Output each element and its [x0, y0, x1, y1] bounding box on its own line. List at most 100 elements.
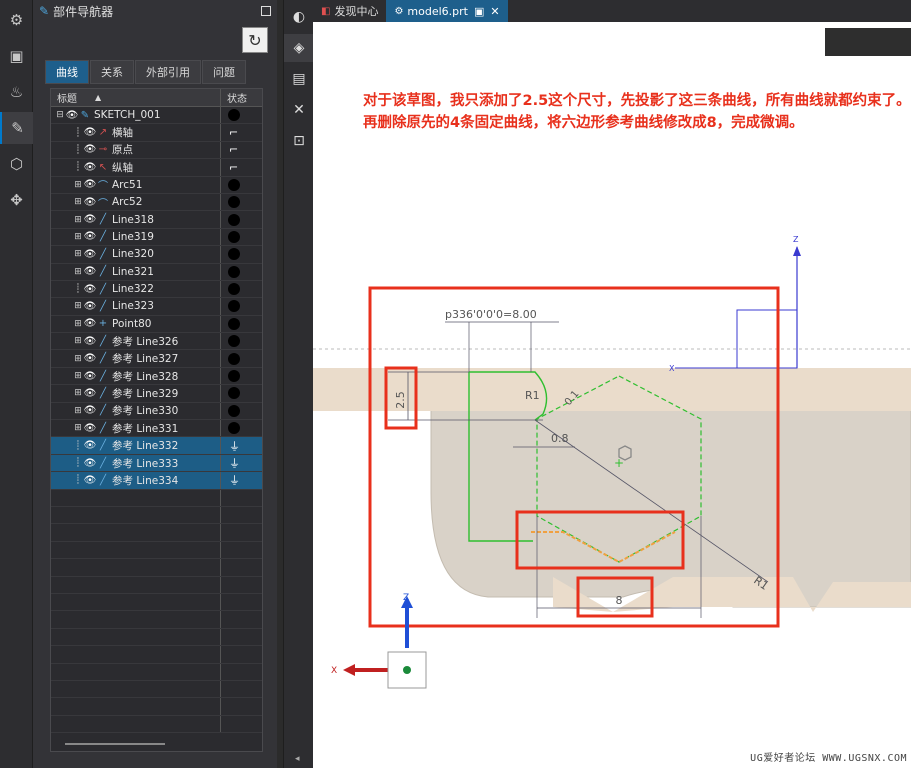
- tree-row[interactable]: ┊ 👁 ╱ Line322: [51, 280, 262, 299]
- visibility-eye-icon[interactable]: 👁: [83, 266, 97, 277]
- status-cell: ⏚: [221, 472, 262, 488]
- hd3d-tools-icon[interactable]: ✥: [0, 184, 33, 216]
- tree-row[interactable]: ┊ 👁 ⊸ 原点 ⌐: [51, 141, 262, 160]
- history-icon[interactable]: ◈: [284, 34, 314, 62]
- visibility-eye-icon[interactable]: 👁: [83, 284, 97, 295]
- fully-constrained-icon: [228, 109, 240, 122]
- tree-row[interactable]: ┊ 👁 ╱ 参考 Line332 ⏚: [51, 437, 262, 455]
- visibility-eye-icon[interactable]: 👁: [83, 371, 97, 382]
- view-cube-icon[interactable]: [825, 28, 911, 56]
- visibility-eye-icon[interactable]: 👁: [65, 110, 79, 121]
- graphics-window[interactable]: Z X + p336'0'0'0=8.00 2.5 R1 0.1 0.8 R1 …: [313, 22, 911, 768]
- expand-toggle-icon[interactable]: ⊞: [73, 336, 83, 346]
- expand-toggle-icon[interactable]: ⊞: [73, 388, 83, 398]
- visibility-eye-icon[interactable]: 👁: [83, 179, 97, 190]
- tree-row[interactable]: ⊞ 👁 ╱ Line319: [51, 228, 262, 247]
- tree-row[interactable]: ⊞ 👁 ╱ 参考 Line331: [51, 420, 262, 438]
- tree-header: 标题 ▲ 状态: [51, 89, 262, 107]
- visibility-eye-icon[interactable]: 👁: [83, 214, 97, 225]
- empty-tree-row: [51, 663, 262, 681]
- empty-tree-row: [51, 715, 262, 734]
- visibility-eye-icon[interactable]: 👁: [83, 301, 97, 312]
- tree-row[interactable]: ⊞ 👁 ╱ Line323: [51, 298, 262, 316]
- visibility-eye-icon[interactable]: 👁: [83, 231, 97, 242]
- tree-row[interactable]: ⊞ 👁 ╱ Line321: [51, 263, 262, 281]
- maximize-icon[interactable]: [261, 6, 271, 16]
- refresh-button[interactable]: ↻: [242, 27, 268, 53]
- empty-tree-row: [51, 646, 262, 664]
- settings-icon[interactable]: ⚙: [0, 4, 33, 36]
- expand-toggle-icon[interactable]: ⊞: [73, 406, 83, 416]
- tree-row[interactable]: ┊ 👁 ↗ 横轴 ⌐: [51, 124, 262, 142]
- tree-row[interactable]: ┊ 👁 ╱ 参考 Line333 ⏚: [51, 454, 262, 473]
- empty-tree-row: [51, 489, 262, 507]
- reuse-library-icon[interactable]: ⬡: [0, 148, 33, 180]
- tree-row-label: 原点: [112, 144, 133, 157]
- expand-toggle-icon[interactable]: ⊞: [73, 249, 83, 259]
- status-cell: [221, 211, 262, 227]
- visibility-eye-icon[interactable]: 👁: [83, 475, 97, 486]
- visibility-eye-icon[interactable]: 👁: [83, 162, 97, 173]
- visibility-eye-icon[interactable]: 👁: [83, 405, 97, 416]
- expand-arrow-icon[interactable]: ◂: [295, 754, 300, 764]
- tab-curves[interactable]: 曲线: [45, 60, 89, 84]
- visibility-eye-icon[interactable]: 👁: [83, 127, 97, 138]
- tree-row[interactable]: ┊ 👁 ╱ 参考 Line334 ⏚: [51, 472, 262, 490]
- tree-row[interactable]: ⊞ 👁 ⌒ Arc52: [51, 193, 262, 212]
- visibility-eye-icon[interactable]: 👁: [83, 318, 97, 329]
- tree-row[interactable]: ⊟ 👁 ✎ SKETCH_001: [51, 107, 262, 125]
- tree-row[interactable]: ⊞ 👁 ╱ Line318: [51, 211, 262, 229]
- expand-toggle-icon[interactable]: ⊞: [73, 371, 83, 381]
- expand-toggle-icon[interactable]: ⊞: [73, 423, 83, 433]
- constraint-navigator-icon[interactable]: ♨: [0, 76, 33, 108]
- expand-toggle-icon[interactable]: ⊞: [73, 319, 83, 329]
- expand-toggle-icon[interactable]: ⊟: [55, 110, 65, 120]
- column-header-status[interactable]: 状态: [221, 89, 262, 106]
- visibility-eye-icon[interactable]: 👁: [83, 388, 97, 399]
- panel-title: 部件导航器: [53, 4, 114, 19]
- tree-row[interactable]: ⊞ 👁 + Point80: [51, 315, 262, 334]
- tree-row[interactable]: ⊞ 👁 ╱ Line320: [51, 246, 262, 264]
- sketch-feature-icon[interactable]: ⊡: [284, 127, 314, 155]
- status-cell: ⌐: [221, 159, 262, 175]
- tree-branch-icon: ┊: [75, 127, 81, 138]
- tab-discovery-center[interactable]: ◧ 发现中心: [313, 0, 386, 22]
- tree-row[interactable]: ⊞ 👁 ╱ 参考 Line326: [51, 333, 262, 351]
- expand-toggle-icon[interactable]: ⊞: [73, 180, 83, 190]
- empty-tree-row: [51, 628, 262, 647]
- visibility-eye-icon[interactable]: 👁: [83, 336, 97, 347]
- column-header-name[interactable]: 标题 ▲: [51, 89, 221, 106]
- visibility-eye-icon[interactable]: 👁: [83, 458, 97, 469]
- horizontal-scrollbar[interactable]: [65, 743, 165, 745]
- tab-external-refs[interactable]: 外部引用: [135, 60, 201, 84]
- tree-row-label: Line319: [112, 230, 154, 243]
- tab-relations[interactable]: 关系: [90, 60, 134, 84]
- tree-row[interactable]: ⊞ 👁 ╱ 参考 Line328: [51, 367, 262, 386]
- visibility-eye-icon[interactable]: 👁: [83, 440, 97, 451]
- close-icon[interactable]: ✕: [490, 5, 499, 18]
- visibility-eye-icon[interactable]: 👁: [83, 423, 97, 434]
- tab-model6[interactable]: ⚙ model6.prt ▣ ✕: [386, 0, 508, 22]
- tree-row[interactable]: ⊞ 👁 ⌒ Arc51: [51, 176, 262, 194]
- expand-toggle-icon[interactable]: ⊞: [73, 232, 83, 242]
- palette-icon[interactable]: ▤: [284, 65, 314, 93]
- visibility-eye-icon[interactable]: 👁: [83, 249, 97, 260]
- tree-row[interactable]: ┊ 👁 ↖ 纵轴 ⌐: [51, 159, 262, 177]
- visibility-eye-icon[interactable]: 👁: [83, 353, 97, 364]
- role-icon[interactable]: ◐: [284, 3, 314, 31]
- expand-toggle-icon[interactable]: ⊞: [73, 354, 83, 364]
- expand-toggle-icon[interactable]: ⊞: [73, 301, 83, 311]
- expand-toggle-icon[interactable]: ⊞: [73, 215, 83, 225]
- sketch-curve-icon[interactable]: ✕: [284, 96, 314, 124]
- visibility-eye-icon[interactable]: 👁: [83, 144, 97, 155]
- assembly-navigator-icon[interactable]: ▣: [0, 40, 33, 72]
- tab-issues[interactable]: 问题: [202, 60, 246, 84]
- visibility-eye-icon[interactable]: 👁: [83, 197, 97, 208]
- tree-row[interactable]: ⊞ 👁 ╱ 参考 Line330: [51, 402, 262, 421]
- tree-row[interactable]: ⊞ 👁 ╱ 参考 Line327: [51, 350, 262, 368]
- part-navigator-icon[interactable]: ✎: [0, 112, 33, 144]
- expand-toggle-icon[interactable]: ⊞: [73, 197, 83, 207]
- tree-row[interactable]: ⊞ 👁 ╱ 参考 Line329: [51, 385, 262, 403]
- status-cell: ⌐: [221, 124, 262, 140]
- expand-toggle-icon[interactable]: ⊞: [73, 267, 83, 277]
